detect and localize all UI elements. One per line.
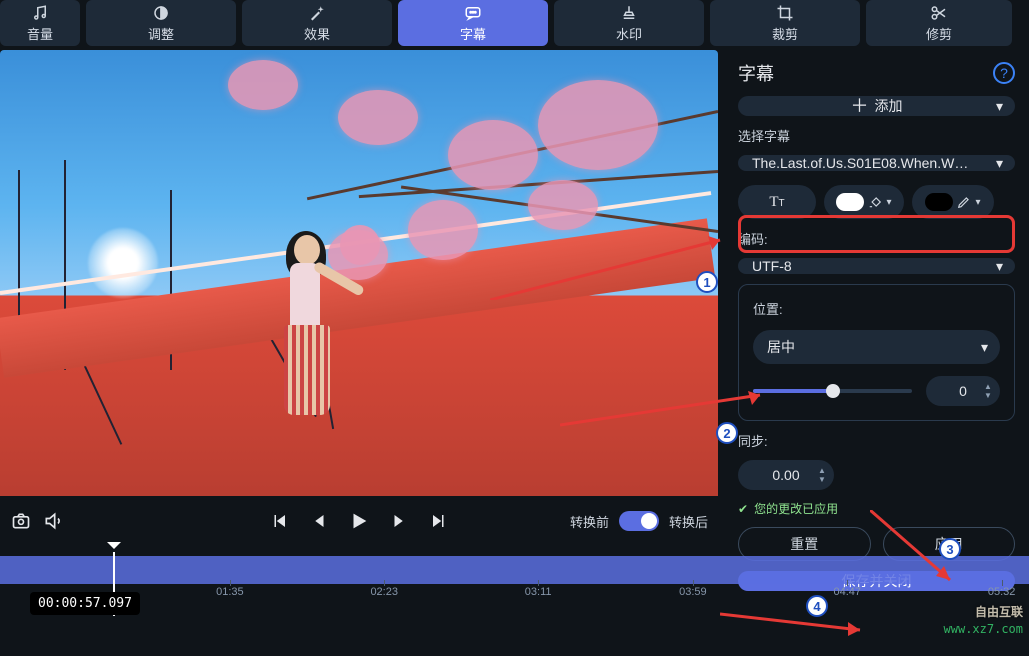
stepper-up[interactable]: ▲	[984, 383, 994, 391]
check-icon: ✔	[738, 502, 748, 516]
watermark-url: www.xz7.com	[944, 622, 1023, 636]
position-offset-slider[interactable]	[753, 389, 912, 393]
fill-color-button[interactable]: ▾	[824, 185, 904, 219]
subtitle-icon	[464, 4, 482, 22]
tick: 03:11	[525, 586, 552, 598]
add-subtitle-button[interactable]: ＋ 添加 ▾	[738, 96, 1015, 116]
status-applied: ✔ 您的更改已应用	[738, 500, 1015, 517]
encoding-label: 编码:	[738, 229, 1015, 248]
tab-label: 字幕	[460, 24, 486, 43]
tab-effects[interactable]: 效果	[242, 0, 392, 46]
tick: 03:59	[679, 586, 707, 598]
fill-swatch	[836, 193, 864, 211]
chevron-down-icon: ▾	[996, 155, 1003, 172]
chevron-down-icon: ▾	[975, 197, 980, 208]
chevron-down-icon: ▾	[981, 339, 988, 356]
chevron-down-icon: ▾	[996, 98, 1003, 115]
tab-label: 调整	[148, 24, 174, 43]
crop-icon	[776, 4, 794, 22]
position-label: 位置:	[753, 299, 1000, 318]
transport-bar: 转换前 转换后	[0, 496, 718, 546]
tab-label: 音量	[27, 24, 53, 43]
preview-sun	[88, 228, 158, 298]
plus-icon: ＋	[851, 97, 869, 115]
timeline-track[interactable]	[0, 556, 1029, 584]
subtitle-file-select[interactable]: The.Last.of.Us.S01E08.When.W… ▾	[738, 155, 1015, 171]
paint-bucket-icon	[868, 195, 882, 209]
tab-adjust[interactable]: 调整	[86, 0, 236, 46]
sync-label: 同步:	[738, 431, 1015, 450]
stepper-down[interactable]: ▼	[818, 476, 828, 484]
pen-icon	[957, 195, 971, 209]
help-button[interactable]: ?	[993, 62, 1015, 84]
before-after-toggle[interactable]	[619, 511, 659, 531]
step-forward-button[interactable]	[388, 510, 410, 532]
tick: 01:35	[216, 586, 244, 598]
stamp-icon	[620, 4, 638, 22]
prev-clip-button[interactable]	[268, 510, 290, 532]
tab-volume[interactable]: 音量	[0, 0, 80, 46]
tab-subtitle[interactable]: 字幕	[398, 0, 548, 46]
encoding-value: UTF-8	[752, 258, 792, 274]
before-label: 转换前	[570, 512, 609, 531]
timeline[interactable]: 01:35 02:23 03:11 03:59 04:47 05:32 00:0…	[0, 556, 1029, 616]
tick: 05:32	[988, 586, 1016, 598]
contrast-icon	[152, 4, 170, 22]
position-value: 居中	[767, 337, 795, 357]
tab-watermark[interactable]: 水印	[554, 0, 704, 46]
text-size-icon: TT	[769, 194, 784, 211]
selected-file: The.Last.of.Us.S01E08.When.W…	[752, 155, 968, 171]
tab-crop[interactable]: 裁剪	[710, 0, 860, 46]
position-select[interactable]: 居中 ▾	[753, 330, 1000, 364]
tab-label: 修剪	[926, 24, 952, 43]
position-box: 位置: 居中 ▾ 0 ▲▼	[738, 284, 1015, 421]
top-tabs: 音量 调整 效果 字幕 水印 裁剪 修剪	[0, 0, 1029, 50]
timeline-ticks: 01:35 02:23 03:11 03:59 04:47 05:32	[0, 586, 1029, 616]
preview-figure	[280, 235, 350, 455]
select-subtitle-label: 选择字幕	[738, 126, 1015, 145]
panel-title: 字幕	[738, 60, 774, 86]
chevron-down-icon: ▾	[996, 258, 1003, 275]
tab-label: 水印	[616, 24, 642, 43]
after-label: 转换后	[669, 512, 708, 531]
stepper-up[interactable]: ▲	[818, 467, 828, 475]
chevron-down-icon: ▾	[886, 197, 891, 208]
scissors-icon	[930, 4, 948, 22]
style-buttons-row: TT ▾ ▾	[738, 185, 1015, 219]
text-size-button[interactable]: TT	[738, 185, 816, 219]
add-label: 添加	[875, 96, 903, 116]
video-preview[interactable]	[0, 50, 718, 496]
music-note-icon	[31, 4, 49, 22]
tick: 02:23	[370, 586, 398, 598]
stepper-down[interactable]: ▼	[984, 392, 994, 400]
play-button[interactable]	[348, 510, 370, 532]
outline-swatch	[925, 193, 953, 211]
magic-wand-icon	[308, 4, 326, 22]
step-back-button[interactable]	[308, 510, 330, 532]
next-clip-button[interactable]	[428, 510, 450, 532]
mute-button[interactable]	[42, 510, 64, 532]
outline-color-button[interactable]: ▾	[912, 185, 994, 219]
current-timecode: 00:00:57.097	[30, 592, 140, 615]
tab-label: 效果	[304, 24, 330, 43]
tab-trim[interactable]: 修剪	[866, 0, 1012, 46]
preview-column: 转换前 转换后	[0, 50, 718, 546]
subtitle-panel: 字幕 ? ＋ 添加 ▾ 选择字幕 The.Last.of.Us.S01E08.W…	[718, 50, 1029, 546]
tab-label: 裁剪	[772, 24, 798, 43]
tick: 04:47	[833, 586, 861, 598]
encoding-select[interactable]: UTF-8 ▾	[738, 258, 1015, 274]
snapshot-button[interactable]	[10, 510, 32, 532]
sync-input[interactable]: 0.00 ▲▼	[738, 460, 834, 490]
position-offset-input[interactable]: 0 ▲▼	[926, 376, 1000, 406]
